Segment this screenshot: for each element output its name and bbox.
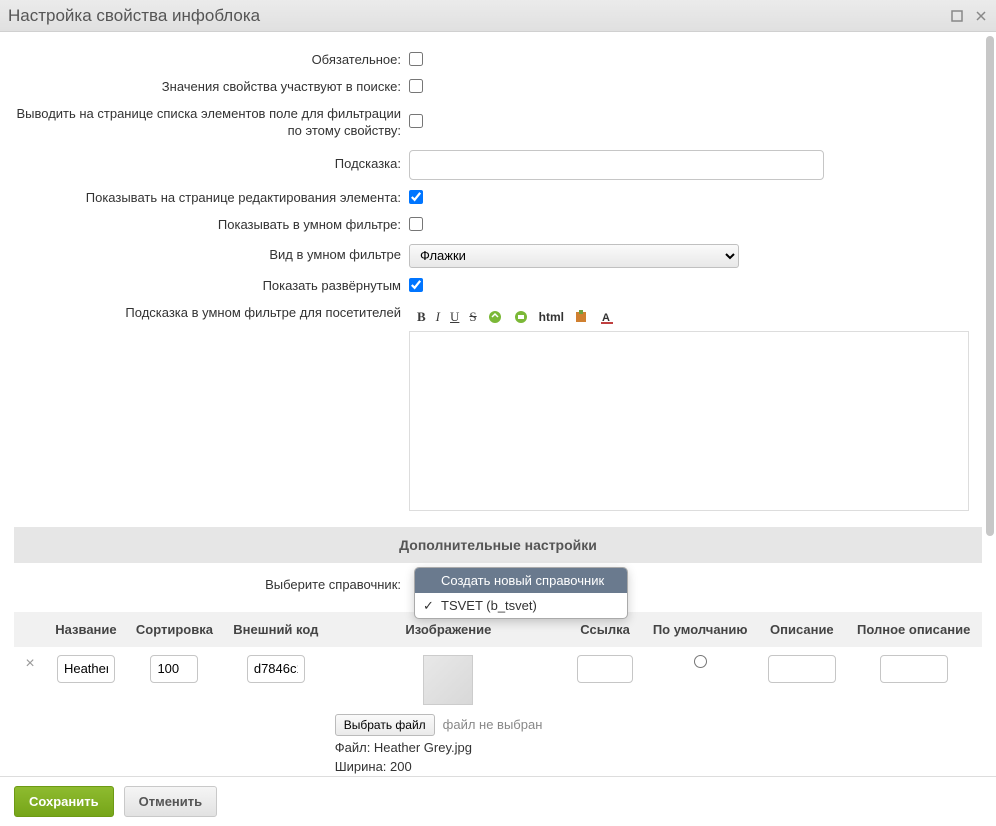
label-show-on-edit: Показывать на странице редактирования эл… xyxy=(14,190,409,207)
checkbox-required[interactable] xyxy=(409,52,423,66)
image-icon[interactable] xyxy=(513,309,529,325)
file-meta-width: Ширина: 200 xyxy=(335,759,562,774)
label-choose-ref: Выберите справочник: xyxy=(14,577,409,594)
checkbox-show-on-edit[interactable] xyxy=(409,190,423,204)
maximize-icon[interactable] xyxy=(950,9,964,23)
label-expanded: Показать развёрнутым xyxy=(14,278,409,295)
titlebar: Настройка свойства инфоблока xyxy=(0,0,996,32)
th-fulldesc: Полное описание xyxy=(845,612,982,647)
ref-dropdown[interactable]: Создать новый справочник ✓TSVET (b_tsvet… xyxy=(414,567,628,619)
label-required: Обязательное: xyxy=(14,52,409,69)
label-smart-filter: Показывать в умном фильтре: xyxy=(14,217,409,234)
bold-icon[interactable]: B xyxy=(417,309,426,325)
dialog-title: Настройка свойства инфоблока xyxy=(8,6,940,26)
dialog-footer: Сохранить Отменить xyxy=(0,776,996,826)
delete-row-icon[interactable]: × xyxy=(25,655,34,672)
checkbox-filter-field[interactable] xyxy=(409,114,423,128)
label-smart-view: Вид в умном фильтре xyxy=(14,247,409,264)
save-button[interactable]: Сохранить xyxy=(14,786,114,817)
label-filter-field: Выводить на странице списка элементов по… xyxy=(14,106,409,140)
checkbox-expanded[interactable] xyxy=(409,278,423,292)
editor-textarea[interactable] xyxy=(409,331,969,511)
checkbox-in-search[interactable] xyxy=(409,79,423,93)
input-hint[interactable] xyxy=(409,150,824,180)
cancel-button[interactable]: Отменить xyxy=(124,786,218,817)
underline-icon[interactable]: U xyxy=(450,309,459,325)
file-none-text: файл не выбран xyxy=(443,717,543,732)
th-desc: Описание xyxy=(758,612,845,647)
th-sort: Сортировка xyxy=(126,612,223,647)
input-sort[interactable] xyxy=(150,655,198,683)
th-code: Внешний код xyxy=(223,612,329,647)
italic-icon[interactable]: I xyxy=(436,309,440,325)
values-table: Название Сортировка Внешний код Изображе… xyxy=(14,612,982,776)
label-in-search: Значения свойства участвуют в поиске: xyxy=(14,79,409,96)
insert-icon[interactable] xyxy=(574,309,590,325)
strike-icon[interactable]: S xyxy=(469,309,476,325)
select-smart-view[interactable]: Флажки xyxy=(409,244,739,268)
dropdown-option-tsvet[interactable]: ✓TSVET (b_tsvet) xyxy=(415,593,627,618)
link-icon[interactable] xyxy=(487,309,503,325)
checkbox-smart-filter[interactable] xyxy=(409,217,423,231)
dropdown-option-create[interactable]: Создать новый справочник xyxy=(415,568,627,593)
th-default: По умолчанию xyxy=(642,612,758,647)
input-name[interactable] xyxy=(57,655,115,683)
choose-file-button[interactable]: Выбрать файл xyxy=(335,714,435,736)
close-icon[interactable] xyxy=(974,9,988,23)
text-color-icon[interactable]: A xyxy=(600,309,616,325)
th-name: Название xyxy=(46,612,126,647)
radio-default[interactable] xyxy=(694,655,707,668)
dialog-body: Обязательное: Значения свойства участвую… xyxy=(0,32,996,776)
section-additional: Дополнительные настройки xyxy=(14,527,982,563)
scrollbar[interactable] xyxy=(986,36,994,772)
file-meta-name: Файл: Heather Grey.jpg xyxy=(335,740,562,755)
label-visitor-hint: Подсказка в умном фильтре для посетителе… xyxy=(14,305,409,322)
image-thumbnail xyxy=(423,655,473,705)
input-fulldesc[interactable] xyxy=(880,655,948,683)
label-hint: Подсказка: xyxy=(14,156,409,173)
editor-toolbar: B I U S html A xyxy=(409,305,982,329)
table-row: × Выбрать файл файл не выбран Файл: Heat… xyxy=(14,647,982,776)
input-link[interactable] xyxy=(577,655,633,683)
input-desc[interactable] xyxy=(768,655,836,683)
check-icon: ✓ xyxy=(423,598,434,614)
html-button[interactable]: html xyxy=(539,310,564,324)
input-code[interactable] xyxy=(247,655,305,683)
